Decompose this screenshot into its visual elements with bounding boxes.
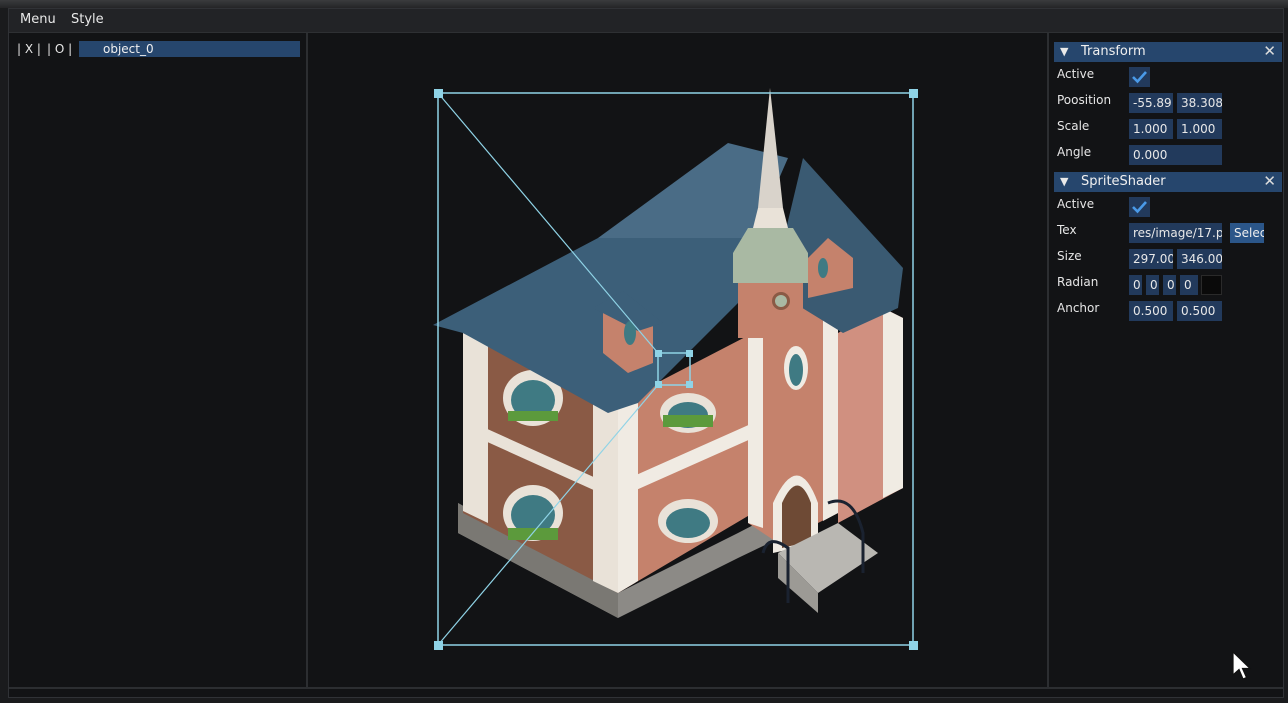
size-h-input[interactable]: 346.00 [1177, 249, 1222, 269]
close-icon[interactable]: ✕ [1263, 42, 1276, 60]
transform-active-checkbox[interactable] [1129, 67, 1150, 87]
pivot-handle-br[interactable] [686, 381, 693, 388]
checkmark-icon [1132, 71, 1147, 84]
editor-window: Menu Style | X | | O | object_0 ▼ Transf… [8, 8, 1284, 698]
transform-position-label: Poosition [1057, 93, 1112, 107]
size-w-input[interactable]: 297.00 [1129, 249, 1173, 269]
anchor-x-input[interactable]: 0.500 [1129, 301, 1173, 321]
triangle-down-icon[interactable]: ▼ [1060, 45, 1068, 58]
scale-x-input[interactable]: 1.000 [1129, 119, 1173, 139]
background-strip [0, 0, 1288, 8]
triangle-down-icon[interactable]: ▼ [1060, 175, 1068, 188]
scene-canvas[interactable] [308, 33, 1047, 687]
shader-size-label: Size [1057, 249, 1082, 263]
shader-active-label: Active [1057, 197, 1095, 211]
radian-color-swatch[interactable] [1201, 275, 1222, 295]
toggle-x-button[interactable]: | X | [17, 42, 41, 56]
spriteshader-header[interactable]: ▼ SpriteShader ✕ [1054, 172, 1282, 192]
shader-tex-label: Tex [1057, 223, 1077, 237]
menu-item-style[interactable]: Style [71, 12, 104, 27]
radian-a-input[interactable]: 0 [1180, 275, 1198, 295]
scale-y-input[interactable]: 1.000 [1177, 119, 1222, 139]
inspector-panel: ▼ Transform ✕ Active Poosition -55.89 38… [1047, 33, 1283, 687]
toggle-o-button[interactable]: | O | [47, 42, 72, 56]
corner-handle-br[interactable] [909, 641, 918, 650]
menu-bar: Menu Style [9, 9, 1283, 33]
checkmark-icon [1132, 201, 1147, 214]
corner-handle-tl[interactable] [434, 89, 443, 98]
transform-scale-label: Scale [1057, 119, 1090, 133]
radian-b-input[interactable]: 0 [1163, 275, 1176, 295]
mouse-pointer-icon [1232, 650, 1252, 680]
corner-handle-bl[interactable] [434, 641, 443, 650]
pivot-handle-tl[interactable] [655, 350, 662, 357]
status-bar [9, 687, 1283, 699]
angle-input[interactable]: 0.000 [1129, 145, 1222, 165]
corner-handle-tr[interactable] [909, 89, 918, 98]
position-x-input[interactable]: -55.89 [1129, 93, 1173, 113]
transform-title: Transform [1081, 44, 1146, 59]
close-icon[interactable]: ✕ [1263, 172, 1276, 190]
tex-path-input[interactable]: res/image/17.p [1129, 223, 1222, 243]
radian-r-input[interactable]: 0 [1129, 275, 1142, 295]
radian-g-input[interactable]: 0 [1146, 275, 1159, 295]
anchor-y-input[interactable]: 0.500 [1177, 301, 1222, 321]
transform-active-label: Active [1057, 67, 1095, 81]
select-texture-button[interactable]: Selec [1230, 223, 1264, 243]
shader-anchor-label: Anchor [1057, 301, 1100, 315]
spriteshader-title: SpriteShader [1081, 174, 1166, 189]
menu-item-menu[interactable]: Menu [20, 12, 56, 27]
shader-active-checkbox[interactable] [1129, 197, 1150, 217]
scene-viewport[interactable] [308, 33, 1047, 687]
hierarchy-item-object-0[interactable]: object_0 [79, 41, 300, 57]
transform-header[interactable]: ▼ Transform ✕ [1054, 42, 1282, 62]
hierarchy-panel: | X | | O | object_0 [9, 33, 308, 687]
shader-radian-label: Radian [1057, 275, 1099, 289]
pivot-handle-bl[interactable] [655, 381, 662, 388]
position-y-input[interactable]: 38.308 [1177, 93, 1222, 113]
hierarchy-item-label: object_0 [103, 42, 154, 56]
pivot-handle-tr[interactable] [686, 350, 693, 357]
transform-angle-label: Angle [1057, 145, 1092, 159]
